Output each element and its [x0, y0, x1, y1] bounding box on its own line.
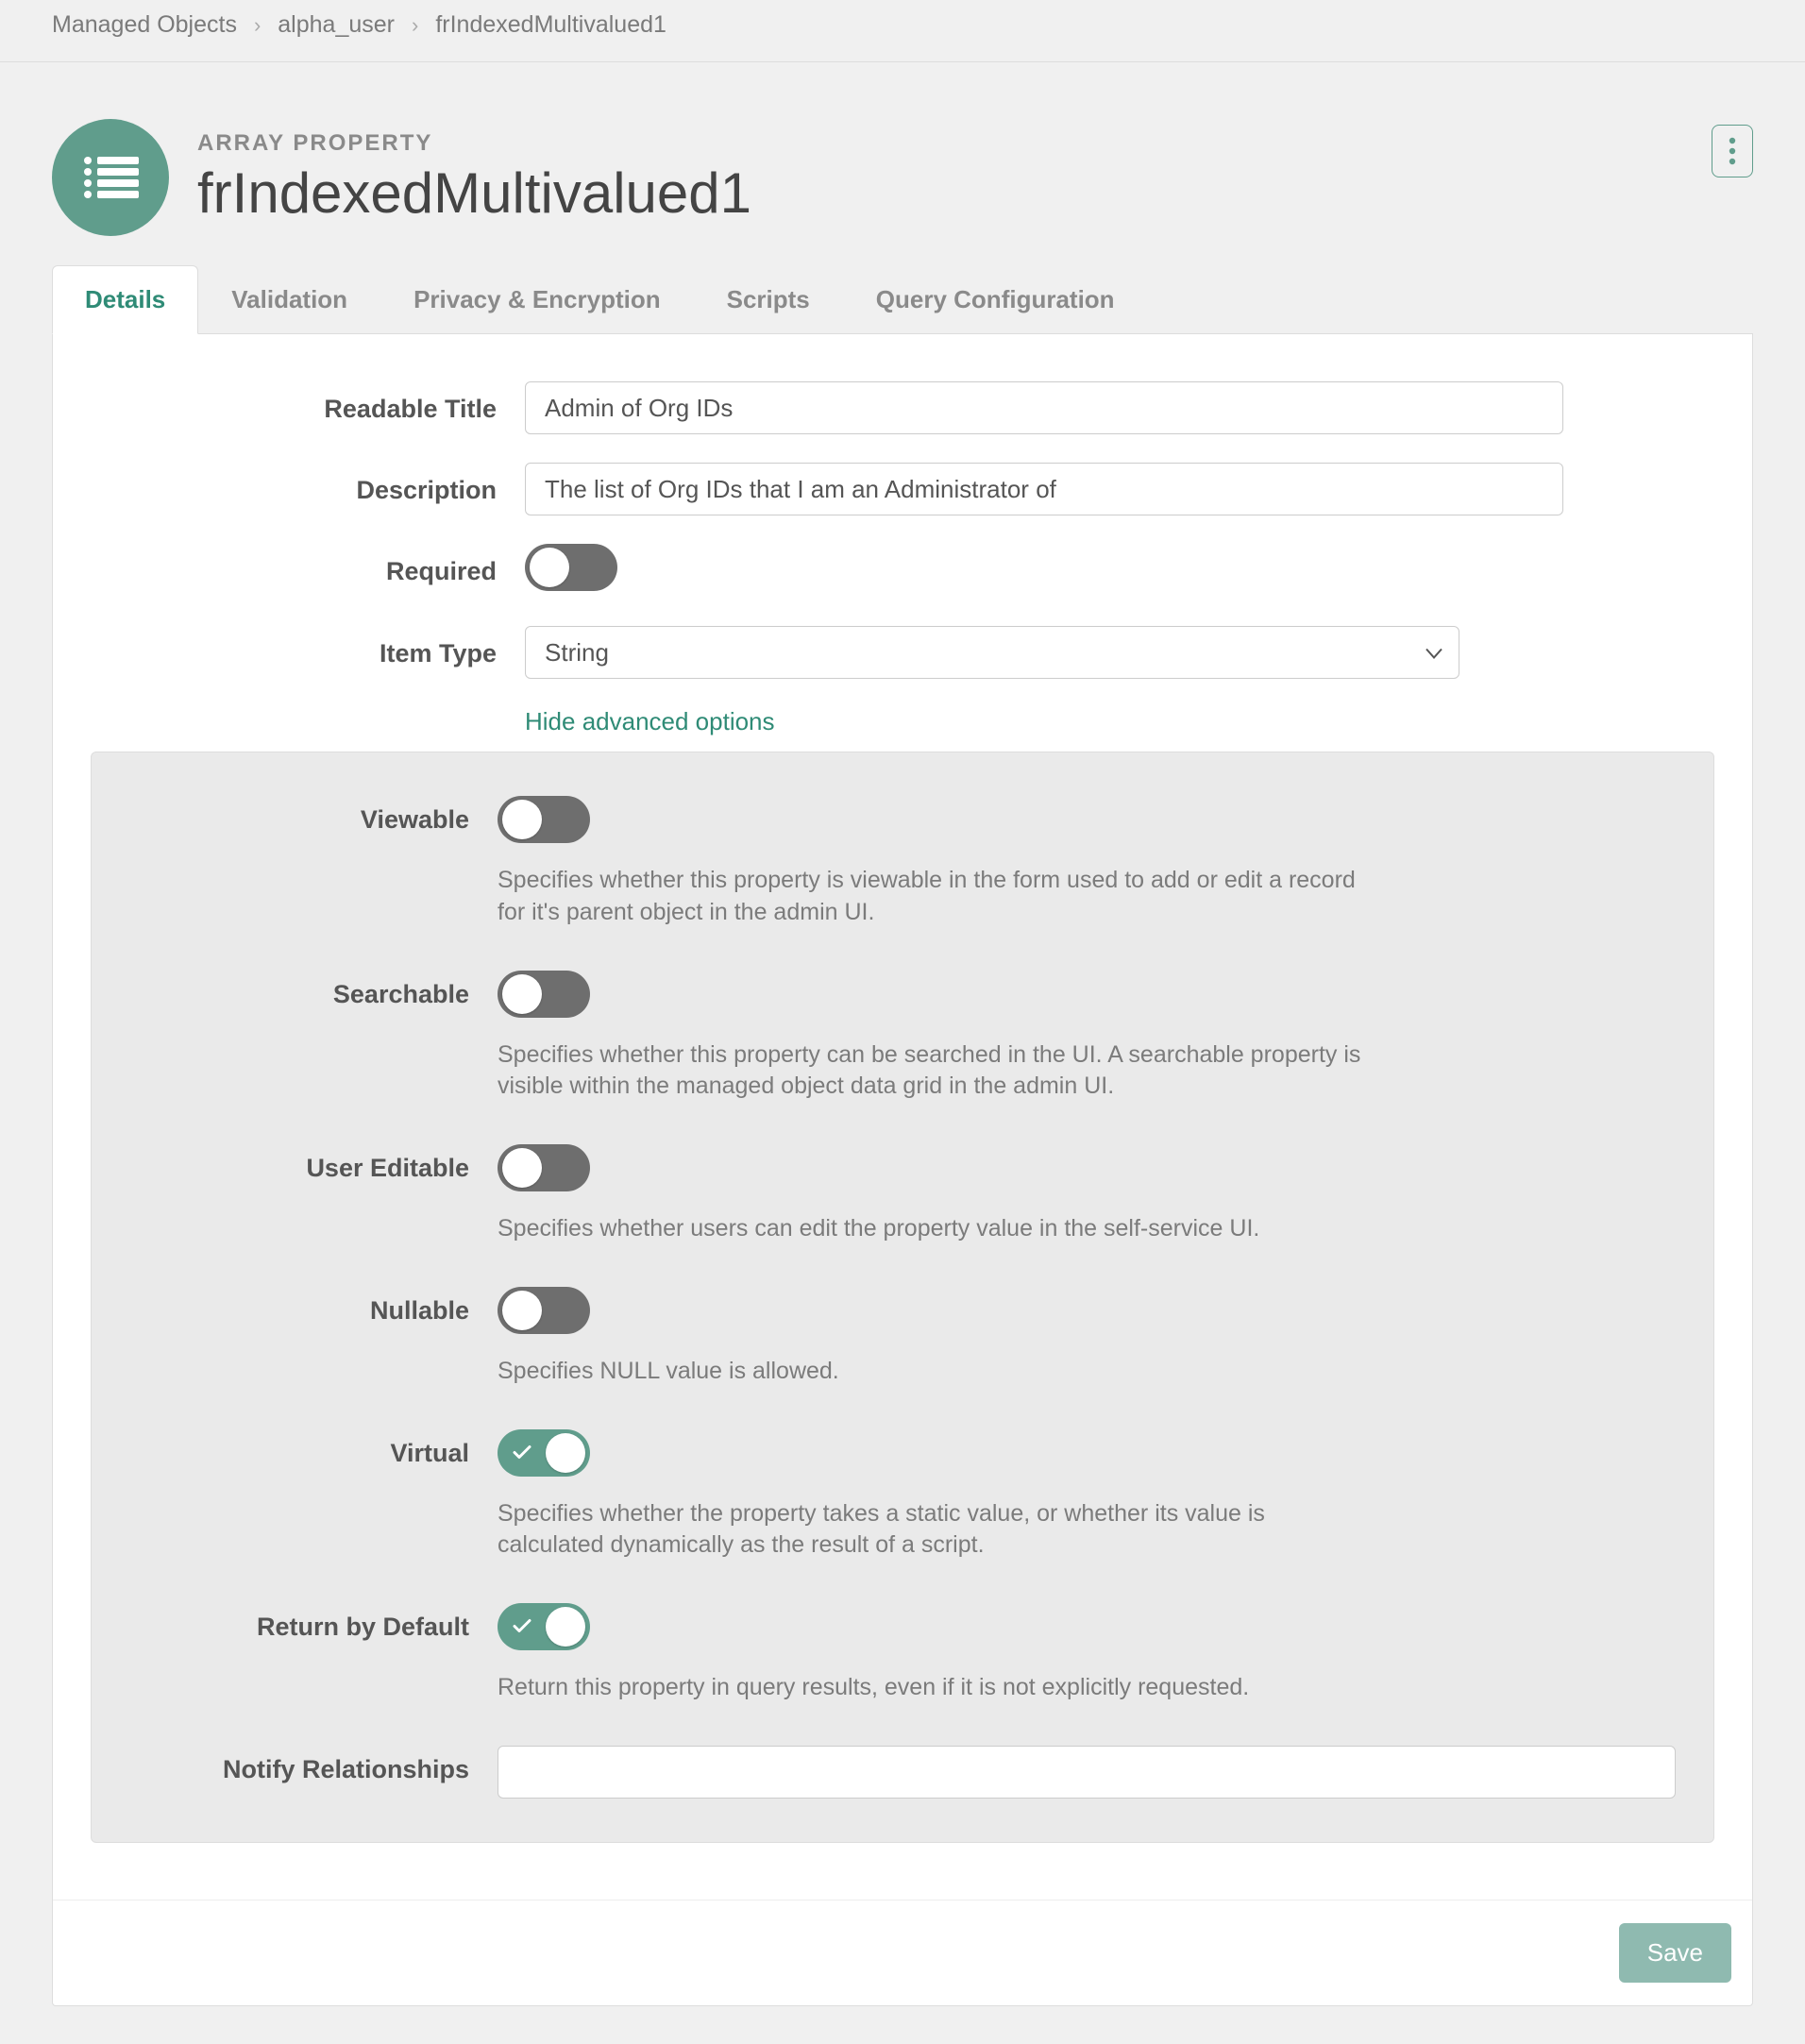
page-kicker: ARRAY PROPERTY — [197, 130, 1683, 157]
item-type-label: Item Type — [119, 626, 497, 668]
more-actions-button[interactable] — [1712, 125, 1753, 177]
toggle-advanced-link[interactable]: Hide advanced options — [525, 707, 775, 735]
card-footer: Save — [53, 1900, 1752, 2005]
breadcrumb: Managed Objects › alpha_user › frIndexed… — [0, 0, 1805, 62]
nullable-help: Specifies NULL value is allowed. — [498, 1356, 1375, 1388]
chevron-right-icon: › — [412, 13, 418, 38]
viewable-toggle[interactable] — [498, 796, 590, 843]
nullable-toggle[interactable] — [498, 1287, 590, 1334]
tab-details[interactable]: Details — [52, 265, 198, 334]
return-by-default-help: Return this property in query results, e… — [498, 1672, 1375, 1704]
user-editable-help: Specifies whether users can edit the pro… — [498, 1213, 1375, 1245]
item-type-select[interactable]: String — [525, 626, 1459, 679]
chevron-right-icon: › — [254, 13, 261, 38]
searchable-help: Specifies whether this property can be s… — [498, 1039, 1375, 1104]
description-input[interactable] — [525, 463, 1563, 515]
viewable-help: Specifies whether this property is viewa… — [498, 865, 1375, 929]
readable-title-input[interactable] — [525, 381, 1563, 434]
check-icon — [513, 1439, 531, 1466]
user-editable-label: User Editable — [129, 1144, 469, 1183]
tab-query-configuration[interactable]: Query Configuration — [843, 265, 1148, 334]
tab-bar: Details Validation Privacy & Encryption … — [52, 264, 1753, 334]
tab-validation[interactable]: Validation — [198, 265, 380, 334]
user-editable-toggle[interactable] — [498, 1144, 590, 1191]
description-label: Description — [119, 463, 497, 505]
searchable-toggle[interactable] — [498, 971, 590, 1018]
array-property-icon — [52, 119, 169, 236]
return-by-default-label: Return by Default — [129, 1603, 469, 1642]
advanced-options-panel: Viewable Specifies whether this property… — [91, 752, 1714, 1843]
property-card: Details Validation Privacy & Encryption … — [52, 264, 1753, 2006]
readable-title-label: Readable Title — [119, 381, 497, 424]
page-header: ARRAY PROPERTY frIndexedMultivalued1 — [0, 62, 1805, 264]
tab-privacy-encryption[interactable]: Privacy & Encryption — [380, 265, 694, 334]
notify-relationships-label: Notify Relationships — [129, 1746, 469, 1784]
nullable-label: Nullable — [129, 1287, 469, 1326]
breadcrumb-item-managed-objects[interactable]: Managed Objects — [52, 11, 237, 39]
virtual-help: Specifies whether the property takes a s… — [498, 1498, 1375, 1563]
breadcrumb-item-current: frIndexedMultivalued1 — [435, 11, 666, 39]
viewable-label: Viewable — [129, 796, 469, 835]
virtual-label: Virtual — [129, 1429, 469, 1468]
required-toggle[interactable] — [525, 544, 617, 591]
required-label: Required — [119, 544, 497, 586]
breadcrumb-item-alpha-user[interactable]: alpha_user — [278, 11, 395, 39]
virtual-toggle[interactable] — [498, 1429, 590, 1477]
tab-scripts[interactable]: Scripts — [694, 265, 843, 334]
notify-relationships-input[interactable] — [498, 1746, 1676, 1799]
save-button[interactable]: Save — [1619, 1923, 1731, 1983]
searchable-label: Searchable — [129, 971, 469, 1009]
page-title: frIndexedMultivalued1 — [197, 160, 1683, 226]
return-by-default-toggle[interactable] — [498, 1603, 590, 1650]
ellipsis-vertical-icon — [1728, 136, 1737, 166]
check-icon — [513, 1613, 531, 1641]
